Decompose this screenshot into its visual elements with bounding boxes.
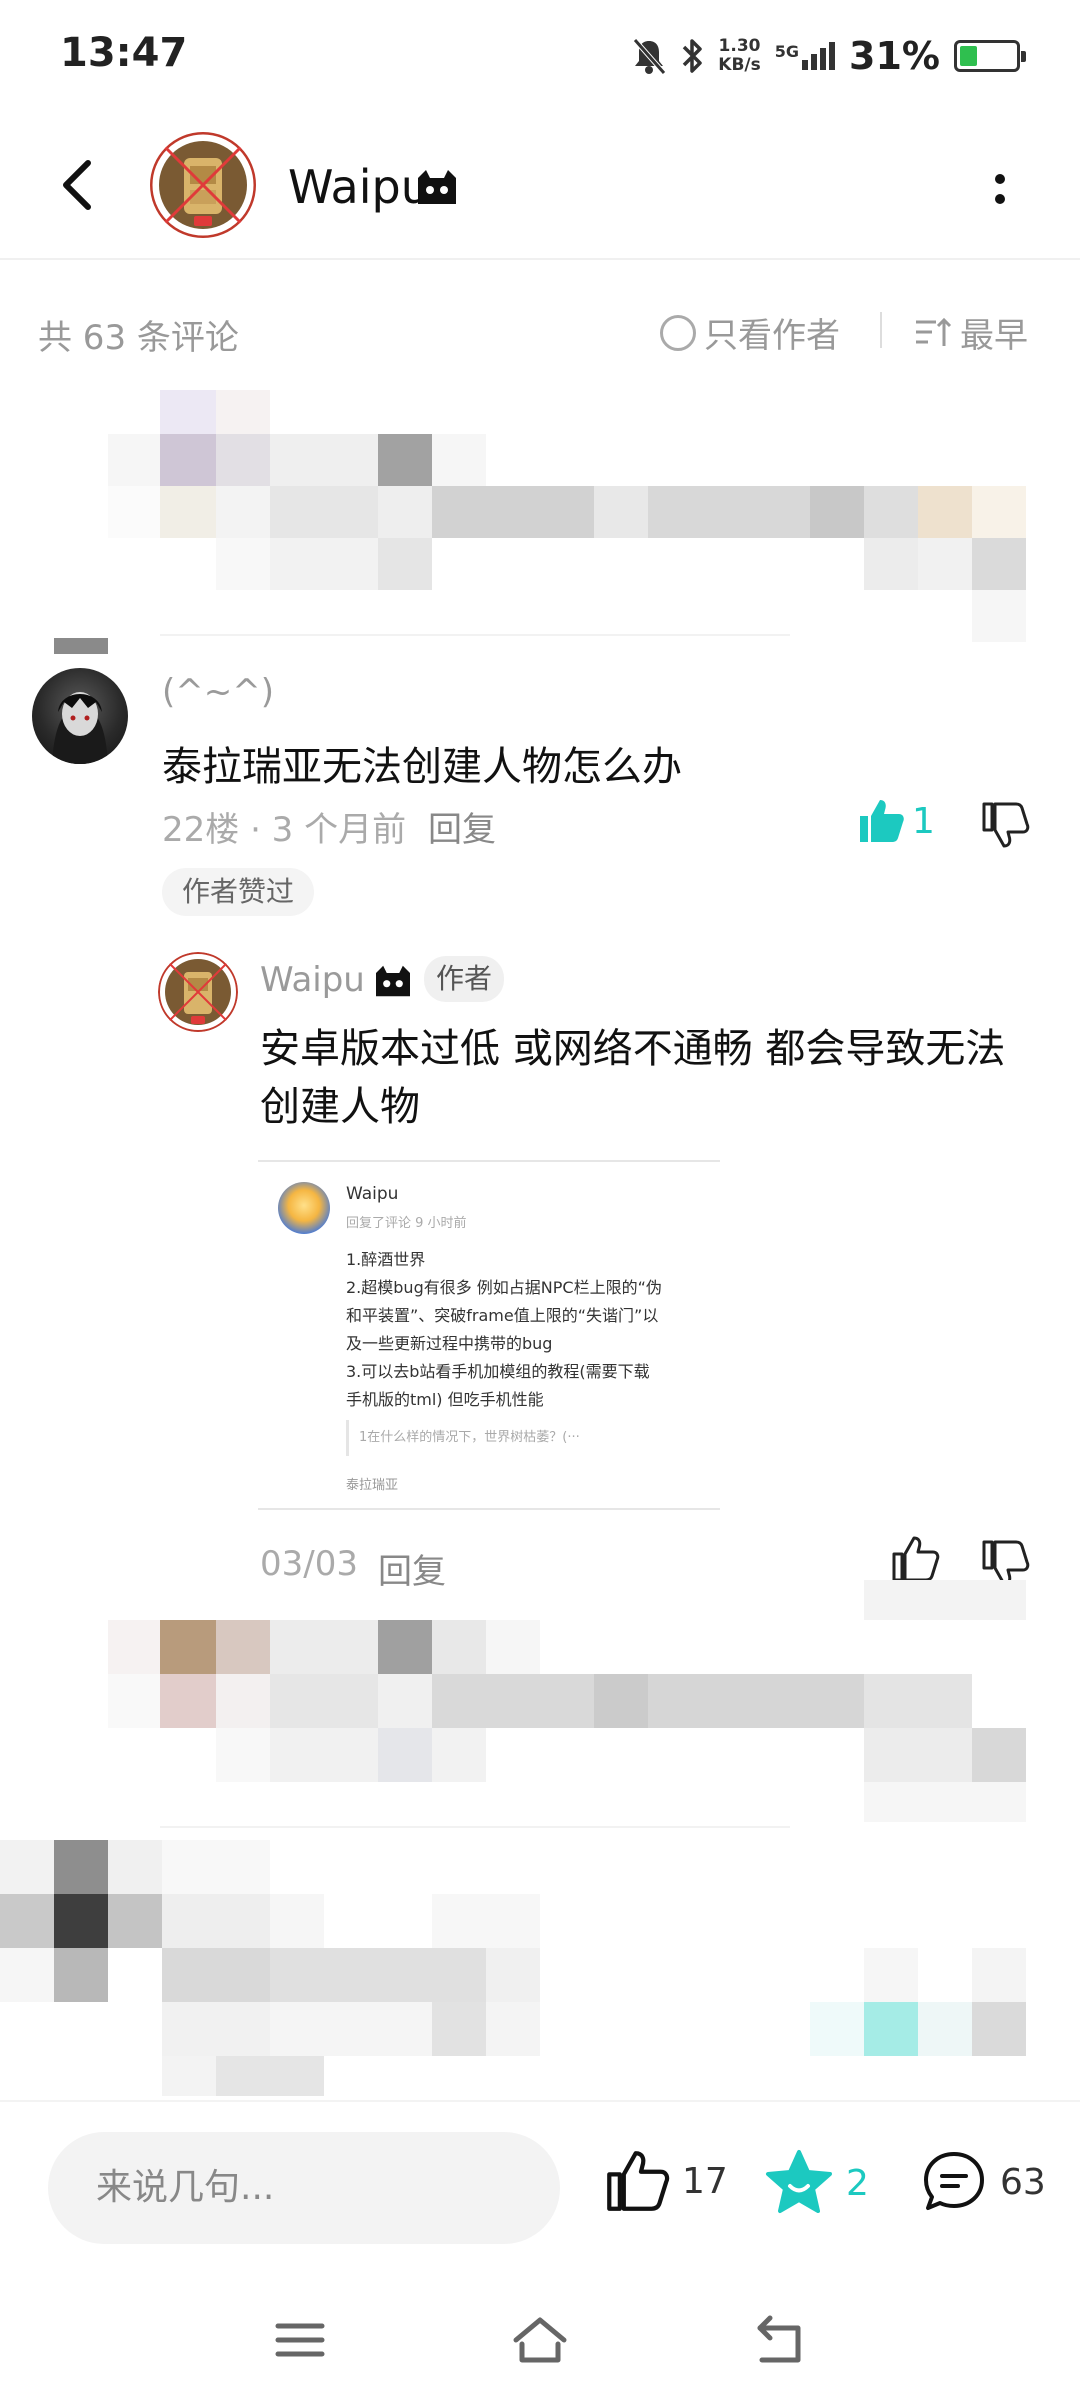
embed-line: 和平装置”、突破frame值上限的“失谐门”以 bbox=[346, 1306, 659, 1325]
embed-line: 手机版的tml) 但吃手机性能 bbox=[346, 1390, 544, 1409]
radio-circle-icon[interactable] bbox=[660, 314, 696, 351]
system-navigation-bar bbox=[0, 2280, 1080, 2400]
cell-signal-icon: 5G bbox=[774, 42, 836, 70]
more-vertical-icon[interactable] bbox=[985, 165, 1015, 215]
sort-label: 最早 bbox=[960, 316, 1028, 356]
comment-like-count: 1 bbox=[912, 800, 935, 842]
thumbs-down-icon[interactable] bbox=[980, 800, 1030, 850]
post-comment-count: 63 bbox=[1000, 2161, 1046, 2203]
embed-subtitle: 回复了评论 9 小时前 bbox=[346, 1216, 467, 1231]
battery-icon bbox=[954, 40, 1026, 72]
bottom-action-bar: 来说几句... 17 2 63 bbox=[0, 2100, 1080, 2280]
sort-icon bbox=[916, 317, 952, 346]
author-only-label: 只看作者 bbox=[704, 316, 840, 356]
post-favorite-button[interactable]: 2 bbox=[764, 2148, 869, 2218]
embed-user-name: Waipu bbox=[346, 1184, 399, 1204]
bluetooth-icon bbox=[683, 39, 703, 73]
author-only-toggle[interactable]: 只看作者 bbox=[660, 308, 840, 357]
embed-quote: 1在什么样的情况下，世界树枯萎？(··· bbox=[346, 1420, 686, 1456]
header-user-name[interactable]: Waipu bbox=[288, 160, 430, 214]
author-liked-tag: 作者赞过 bbox=[162, 868, 315, 916]
comment-count-label: 共 63 条评论 bbox=[38, 318, 239, 358]
embed-line: 1.醉酒世界 bbox=[346, 1250, 426, 1269]
author-tag: 作者 bbox=[424, 956, 505, 1002]
back-icon[interactable] bbox=[50, 155, 110, 215]
mute-bell-icon bbox=[633, 38, 667, 75]
embed-line: 及一些更新过程中携带的bug bbox=[346, 1334, 553, 1353]
comments-toolbar: 共 63 条评论 只看作者 最早 bbox=[0, 260, 1080, 400]
network-speed: 1.30 KB/s bbox=[718, 37, 760, 75]
redacted-comment-block bbox=[0, 390, 1080, 660]
speed-value: 1.30 bbox=[718, 36, 761, 56]
embed-line: 3.可以去b站看手机加模组的教程(需要下载 bbox=[346, 1362, 650, 1381]
speed-unit: KB/s bbox=[718, 55, 761, 75]
post-header: Waipu bbox=[0, 110, 1080, 260]
embedded-image[interactable]: Waipu 回复了评论 9 小时前 1.醉酒世界 2.超模bug有很多 例如占据… bbox=[258, 1160, 720, 1510]
redacted-reply-block bbox=[0, 1580, 1080, 1840]
chat-bubble-icon bbox=[924, 2152, 984, 2210]
comment-reply-button[interactable]: 回复 bbox=[428, 802, 496, 851]
reply-avatar[interactable] bbox=[158, 952, 238, 1032]
toolbar-divider bbox=[880, 312, 882, 348]
reply-user-name[interactable]: Waipu bbox=[260, 960, 365, 1000]
cat-badge-icon bbox=[418, 170, 456, 204]
comment-like-button[interactable]: 1 bbox=[856, 796, 935, 846]
post-like-button[interactable]: 17 bbox=[604, 2148, 728, 2214]
battery-percent: 31% bbox=[849, 34, 940, 78]
status-bar: 13:47 1.30 KB/s 5G 31% bbox=[0, 0, 1080, 110]
sort-button[interactable]: 最早 bbox=[914, 308, 1028, 357]
star-smile-icon bbox=[766, 2150, 832, 2213]
comment-text: 泰拉瑞亚无法创建人物怎么办 bbox=[162, 744, 682, 790]
comment-input[interactable]: 来说几句... bbox=[48, 2132, 560, 2244]
post-favorite-count: 2 bbox=[846, 2162, 869, 2204]
comment-avatar[interactable] bbox=[32, 668, 128, 764]
post-comment-button[interactable]: 63 bbox=[920, 2148, 1046, 2216]
embed-avatar bbox=[278, 1182, 330, 1234]
comment-meta: 22楼 · 3 个月前 bbox=[162, 810, 407, 850]
battery-level bbox=[960, 46, 977, 66]
back-nav-icon[interactable] bbox=[750, 2310, 810, 2370]
reply-text: 安卓版本过低 或网络不通畅 都会导致无法创建人物 bbox=[260, 1026, 1006, 1130]
redacted-comment-block bbox=[0, 1840, 1080, 2100]
comment-user-name[interactable]: (^~^) bbox=[162, 672, 274, 712]
status-icons: 1.30 KB/s 5G 31% bbox=[632, 28, 1026, 84]
embed-line: 2.超模bug有很多 例如占据NPC栏上限的“伪 bbox=[346, 1278, 662, 1297]
post-like-count: 17 bbox=[682, 2160, 728, 2202]
comment-divider bbox=[160, 634, 790, 636]
header-avatar[interactable] bbox=[150, 132, 256, 238]
reply-date: 03/03 bbox=[260, 1544, 358, 1584]
embed-body: 1.醉酒世界 2.超模bug有很多 例如占据NPC栏上限的“伪 和平装置”、突破… bbox=[346, 1246, 706, 1414]
network-type: 5G bbox=[774, 42, 800, 61]
menu-icon[interactable] bbox=[270, 2310, 330, 2370]
thumbs-up-icon bbox=[607, 2151, 670, 2211]
avatar-portrait-icon bbox=[52, 692, 108, 764]
comment-divider bbox=[160, 1826, 790, 1828]
thumbs-up-icon[interactable] bbox=[890, 1534, 940, 1584]
embed-topic-tag: 泰拉瑞亚 bbox=[346, 1478, 399, 1493]
status-time: 13:47 bbox=[60, 30, 188, 76]
home-icon[interactable] bbox=[510, 2310, 570, 2370]
cat-badge-icon bbox=[376, 965, 410, 997]
thumbs-up-icon bbox=[860, 800, 904, 842]
